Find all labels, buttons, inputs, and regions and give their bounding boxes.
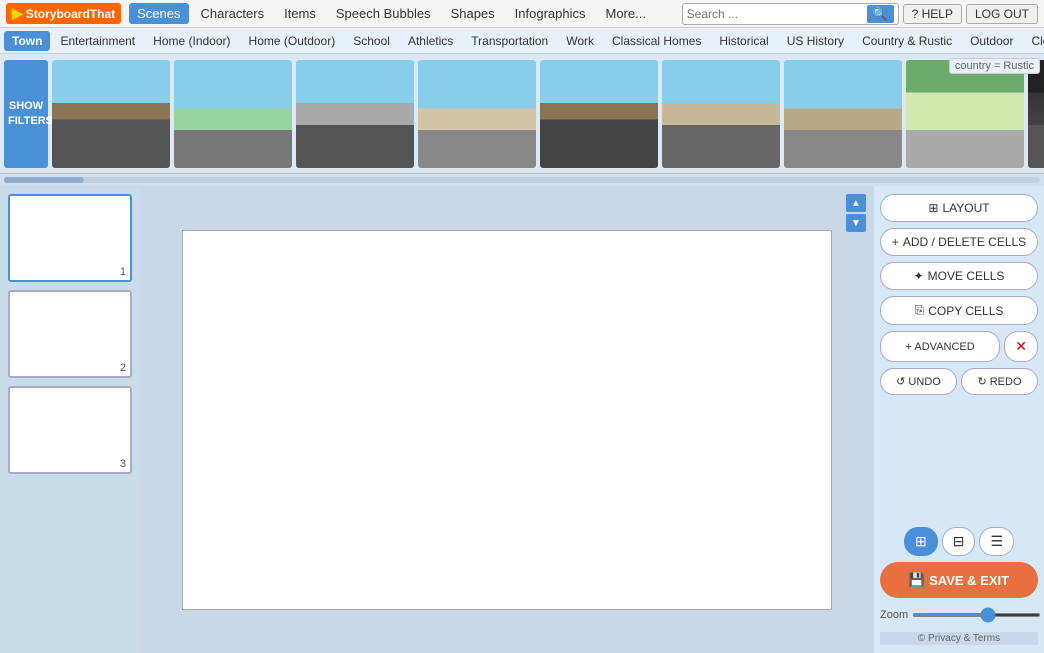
top-navbar: ▶ StoryboardThat Scenes Characters Items…: [0, 0, 1044, 28]
cat-tab-athletics[interactable]: Athletics: [400, 31, 461, 51]
story-page-1[interactable]: 1: [8, 194, 132, 282]
cat-tab-transportation[interactable]: Transportation: [463, 31, 556, 51]
nav-items[interactable]: Items: [276, 3, 324, 24]
scene-thumb-3[interactable]: [296, 60, 414, 168]
move-cells-button[interactable]: ✦ MOVE CELLS: [880, 262, 1038, 290]
scroll-bar-track: [4, 177, 1040, 183]
scene-thumb-6[interactable]: [662, 60, 780, 168]
up-button[interactable]: ▲: [846, 194, 866, 212]
story-page-3[interactable]: 3: [8, 386, 132, 474]
scene-thumb-2[interactable]: [174, 60, 292, 168]
show-filters-button[interactable]: SHOW FILTERS: [4, 60, 48, 168]
scroll-bar-thumb[interactable]: [4, 177, 84, 183]
move-icon: ✦: [914, 269, 924, 283]
add-delete-cells-button[interactable]: + ADD / DELETE CELLS: [880, 228, 1038, 256]
save-exit-button[interactable]: 💾 SAVE & EXIT: [880, 562, 1038, 598]
search-input[interactable]: [687, 7, 867, 21]
nav-infographics[interactable]: Infographics: [507, 3, 594, 24]
nav-more[interactable]: More...: [597, 3, 653, 24]
copy-icon: ⎘: [915, 303, 925, 318]
logo-text: StoryboardThat: [26, 7, 115, 21]
scenes-strip: SHOW FILTERS country = Rustic: [0, 54, 1044, 174]
redo-button[interactable]: ↻ REDO: [961, 368, 1038, 395]
left-panel: 1 2 3: [0, 186, 140, 653]
cat-tab-entertainment[interactable]: Entertainment: [52, 31, 143, 51]
search-button[interactable]: 🔍: [867, 5, 894, 23]
search-area: 🔍: [682, 3, 899, 25]
cat-tab-us-history[interactable]: US History: [779, 31, 852, 51]
story-page-2[interactable]: 2: [8, 290, 132, 378]
cat-tab-home-indoor[interactable]: Home (Indoor): [145, 31, 238, 51]
close-button[interactable]: ✕: [1004, 331, 1038, 362]
category-tabs: Town Entertainment Home (Indoor) Home (O…: [0, 28, 1044, 54]
add-delete-icon: +: [892, 235, 899, 249]
scene-thumb-7[interactable]: [784, 60, 902, 168]
logout-button[interactable]: LOG OUT: [966, 4, 1038, 24]
zoom-slider[interactable]: [912, 613, 1041, 617]
advanced-row: + ADVANCED ✕: [880, 331, 1038, 362]
undo-button[interactable]: ↺ UNDO: [880, 368, 957, 395]
layout-icon: ⊞: [928, 201, 938, 215]
save-icon: 💾: [909, 572, 925, 588]
page-num-1: 1: [120, 266, 126, 278]
scene-thumb-8[interactable]: [906, 60, 1024, 168]
cat-tab-town[interactable]: Town: [4, 31, 50, 51]
cat-tab-outdoor[interactable]: Outdoor: [962, 31, 1021, 51]
logo-icon: ▶: [12, 5, 23, 22]
right-panel: ⊞ LAYOUT + ADD / DELETE CELLS ✦ MOVE CEL…: [874, 186, 1044, 653]
main-layout: 1 2 3 ▲ ▼ ⊞ LAYOUT + ADD / DELETE CELLS …: [0, 186, 1044, 653]
filter-label: country = Rustic: [949, 58, 1040, 74]
layout-button[interactable]: ⊞ LAYOUT: [880, 194, 1038, 222]
help-button[interactable]: ? HELP: [903, 4, 962, 24]
cat-tab-home-outdoor[interactable]: Home (Outdoor): [241, 31, 344, 51]
layout-mode-list[interactable]: ☰: [979, 527, 1014, 556]
nav-scenes[interactable]: Scenes: [129, 3, 188, 24]
scene-thumb-5[interactable]: [540, 60, 658, 168]
logo[interactable]: ▶ StoryboardThat: [6, 3, 121, 24]
zoom-label: Zoom: [880, 609, 908, 621]
nav-characters[interactable]: Characters: [193, 3, 273, 24]
cat-tab-work[interactable]: Work: [558, 31, 602, 51]
copy-cells-button[interactable]: ⎘ COPY CELLS: [880, 296, 1038, 325]
layout-mode-columns[interactable]: ⊟: [942, 527, 976, 556]
center-canvas[interactable]: ▲ ▼: [140, 186, 874, 653]
scroll-bar-area[interactable]: [0, 174, 1044, 186]
scene-thumb-4[interactable]: [418, 60, 536, 168]
scene-thumb-1[interactable]: [52, 60, 170, 168]
cat-tab-classical-homes[interactable]: Classical Homes: [604, 31, 709, 51]
layout-mode-buttons: ⊞ ⊟ ☰: [880, 527, 1038, 556]
down-button[interactable]: ▼: [846, 214, 866, 232]
nav-shapes[interactable]: Shapes: [443, 3, 503, 24]
cat-tab-country-rustic[interactable]: Country & Rustic: [854, 31, 960, 51]
privacy-bar: © Privacy & Terms: [880, 632, 1038, 645]
cat-tab-school[interactable]: School: [345, 31, 398, 51]
layout-mode-grid[interactable]: ⊞: [904, 527, 938, 556]
cat-tab-close-ups[interactable]: Close Ups: [1023, 31, 1044, 51]
page-num-2: 2: [120, 362, 126, 374]
nav-speech-bubbles[interactable]: Speech Bubbles: [328, 3, 439, 24]
page-num-3: 3: [120, 458, 126, 470]
undo-redo-row: ↺ UNDO ↻ REDO: [880, 368, 1038, 395]
storyboard-canvas[interactable]: [182, 230, 832, 610]
zoom-area: Zoom ✕: [880, 604, 1038, 626]
advanced-button[interactable]: + ADVANCED: [880, 331, 1000, 362]
scene-thumb-9[interactable]: [1028, 60, 1044, 168]
cat-tab-historical[interactable]: Historical: [711, 31, 776, 51]
up-down-buttons: ▲ ▼: [846, 194, 866, 232]
